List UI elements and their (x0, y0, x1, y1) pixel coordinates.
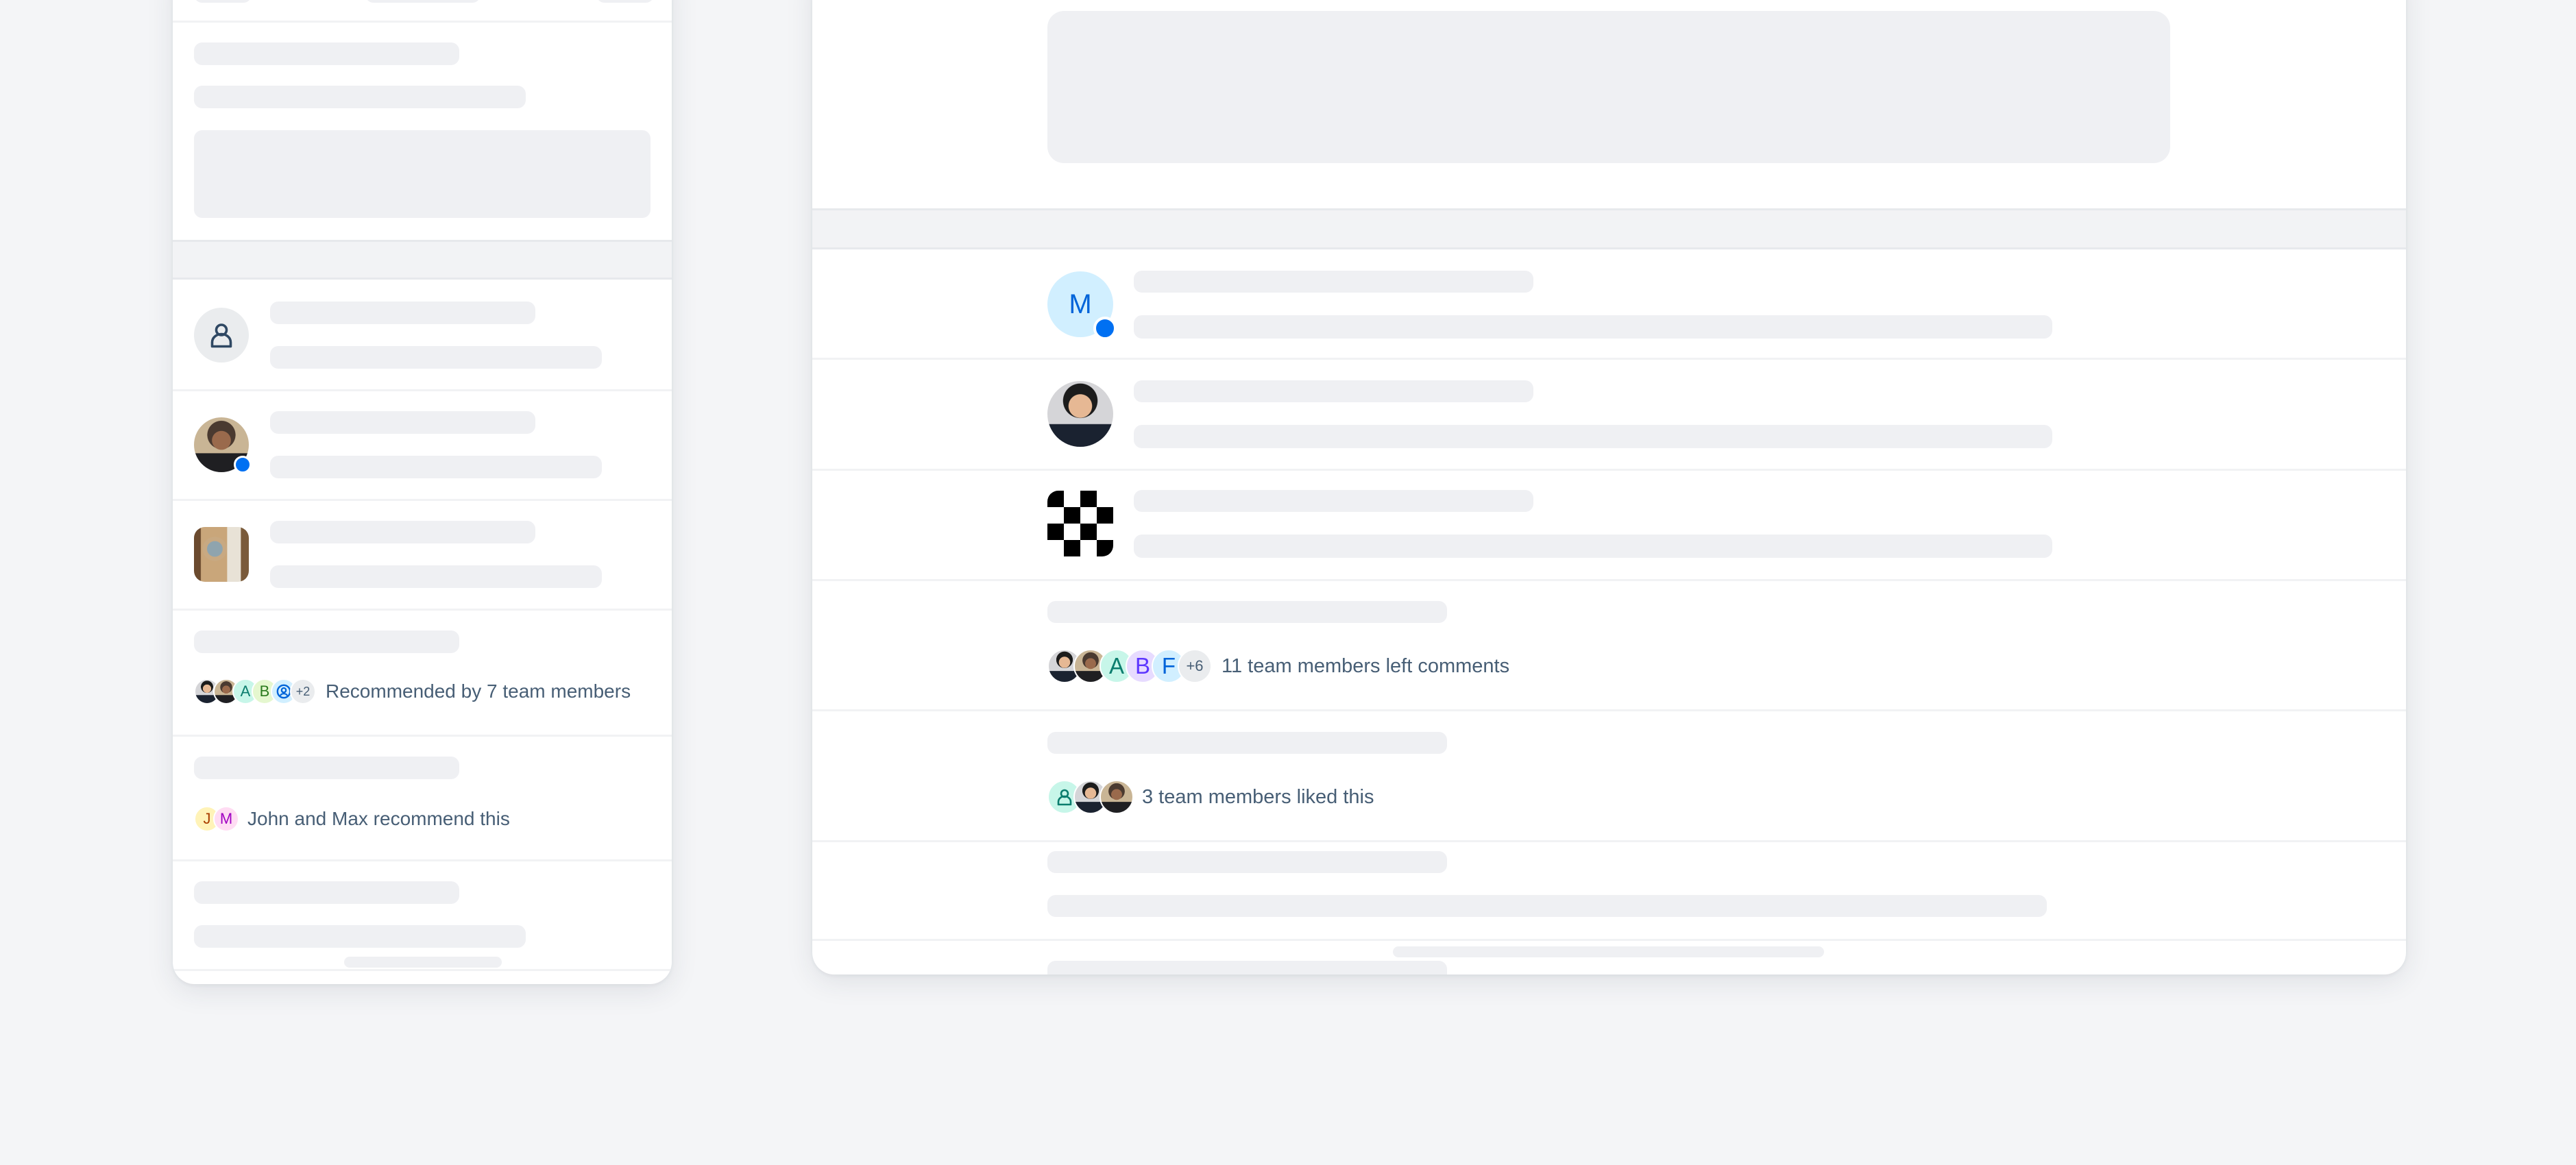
comments-text: 11 team members left comments (1222, 654, 1510, 677)
skeleton-subtitle (1134, 425, 2052, 448)
divider (812, 469, 2406, 471)
avatar-group[interactable]: J M John and Max recommend this (194, 806, 510, 832)
avatar-group[interactable]: 3 team members liked this (1047, 780, 1374, 814)
scroll-handle[interactable] (1393, 946, 1824, 957)
skeleton-bar (596, 0, 654, 3)
skeleton-subtitle (194, 86, 526, 108)
skeleton-media (194, 130, 651, 218)
divider (173, 969, 672, 971)
skeleton-bar (194, 0, 252, 3)
skeleton-title (1134, 380, 1533, 402)
skeleton-title (1047, 961, 1447, 974)
skeleton-title (1134, 271, 1533, 293)
skeleton-subtitle (270, 456, 602, 478)
section-header-band (812, 208, 2406, 249)
skeleton-title (1047, 601, 1447, 623)
avatar-photo-woman (1099, 780, 1134, 814)
skeleton-title (194, 757, 459, 779)
avatar-group[interactable]: A B F +6 11 team members left comments (1047, 649, 1509, 683)
skeleton-bar (365, 0, 481, 3)
right-panel: M A B F +6 11 team members left comments… (812, 0, 2406, 974)
skeleton-subtitle (1134, 315, 2052, 339)
skeleton-subtitle (1134, 535, 2052, 558)
divider (812, 709, 2406, 711)
skeleton-subtitle (194, 925, 526, 948)
recommended-text: Recommended by 7 team members (326, 680, 631, 702)
skeleton-title (1134, 490, 1533, 512)
divider (812, 358, 2406, 360)
avatar-photo-machine (194, 527, 249, 582)
skeleton-title (270, 302, 535, 324)
skeleton-title (270, 411, 535, 434)
skeleton-title (194, 630, 459, 653)
person-icon (1057, 789, 1072, 806)
user-circle-icon (276, 684, 291, 699)
divider (173, 735, 672, 737)
avatar-photo-man (1047, 381, 1113, 447)
left-panel: A B +2 Recommended by 7 team members J M… (173, 0, 672, 984)
john-max-text: John and Max recommend this (247, 808, 510, 829)
skeleton-media (1047, 11, 2170, 163)
avatar-overflow-count[interactable]: +2 (290, 678, 316, 704)
avatar (194, 308, 249, 363)
online-status-dot (234, 456, 252, 474)
skeleton-title (270, 521, 535, 543)
avatar-overflow-count[interactable]: +6 (1178, 649, 1212, 683)
divider (173, 389, 672, 391)
skeleton-title (194, 881, 459, 904)
divider (173, 499, 672, 501)
divider (173, 21, 672, 23)
skeleton-subtitle (270, 565, 602, 588)
skeleton-title (194, 42, 459, 65)
scroll-handle[interactable] (344, 957, 502, 968)
skeleton-subtitle (1047, 895, 2047, 917)
avatar-initial-m: M (213, 806, 239, 832)
liked-text: 3 team members liked this (1142, 785, 1374, 808)
divider (812, 840, 2406, 842)
online-status-dot (1093, 317, 1117, 340)
divider (812, 579, 2406, 581)
checkerboard-logo-icon (1047, 491, 1113, 556)
skeleton-subtitle (270, 346, 602, 369)
skeleton-title (1047, 851, 1447, 873)
person-placeholder-icon (210, 323, 232, 348)
divider (812, 939, 2406, 941)
divider (173, 859, 672, 861)
skeleton-title (1047, 732, 1447, 754)
avatar-group[interactable]: A B +2 Recommended by 7 team members (194, 678, 631, 704)
section-header-band (173, 240, 672, 280)
divider (173, 609, 672, 611)
